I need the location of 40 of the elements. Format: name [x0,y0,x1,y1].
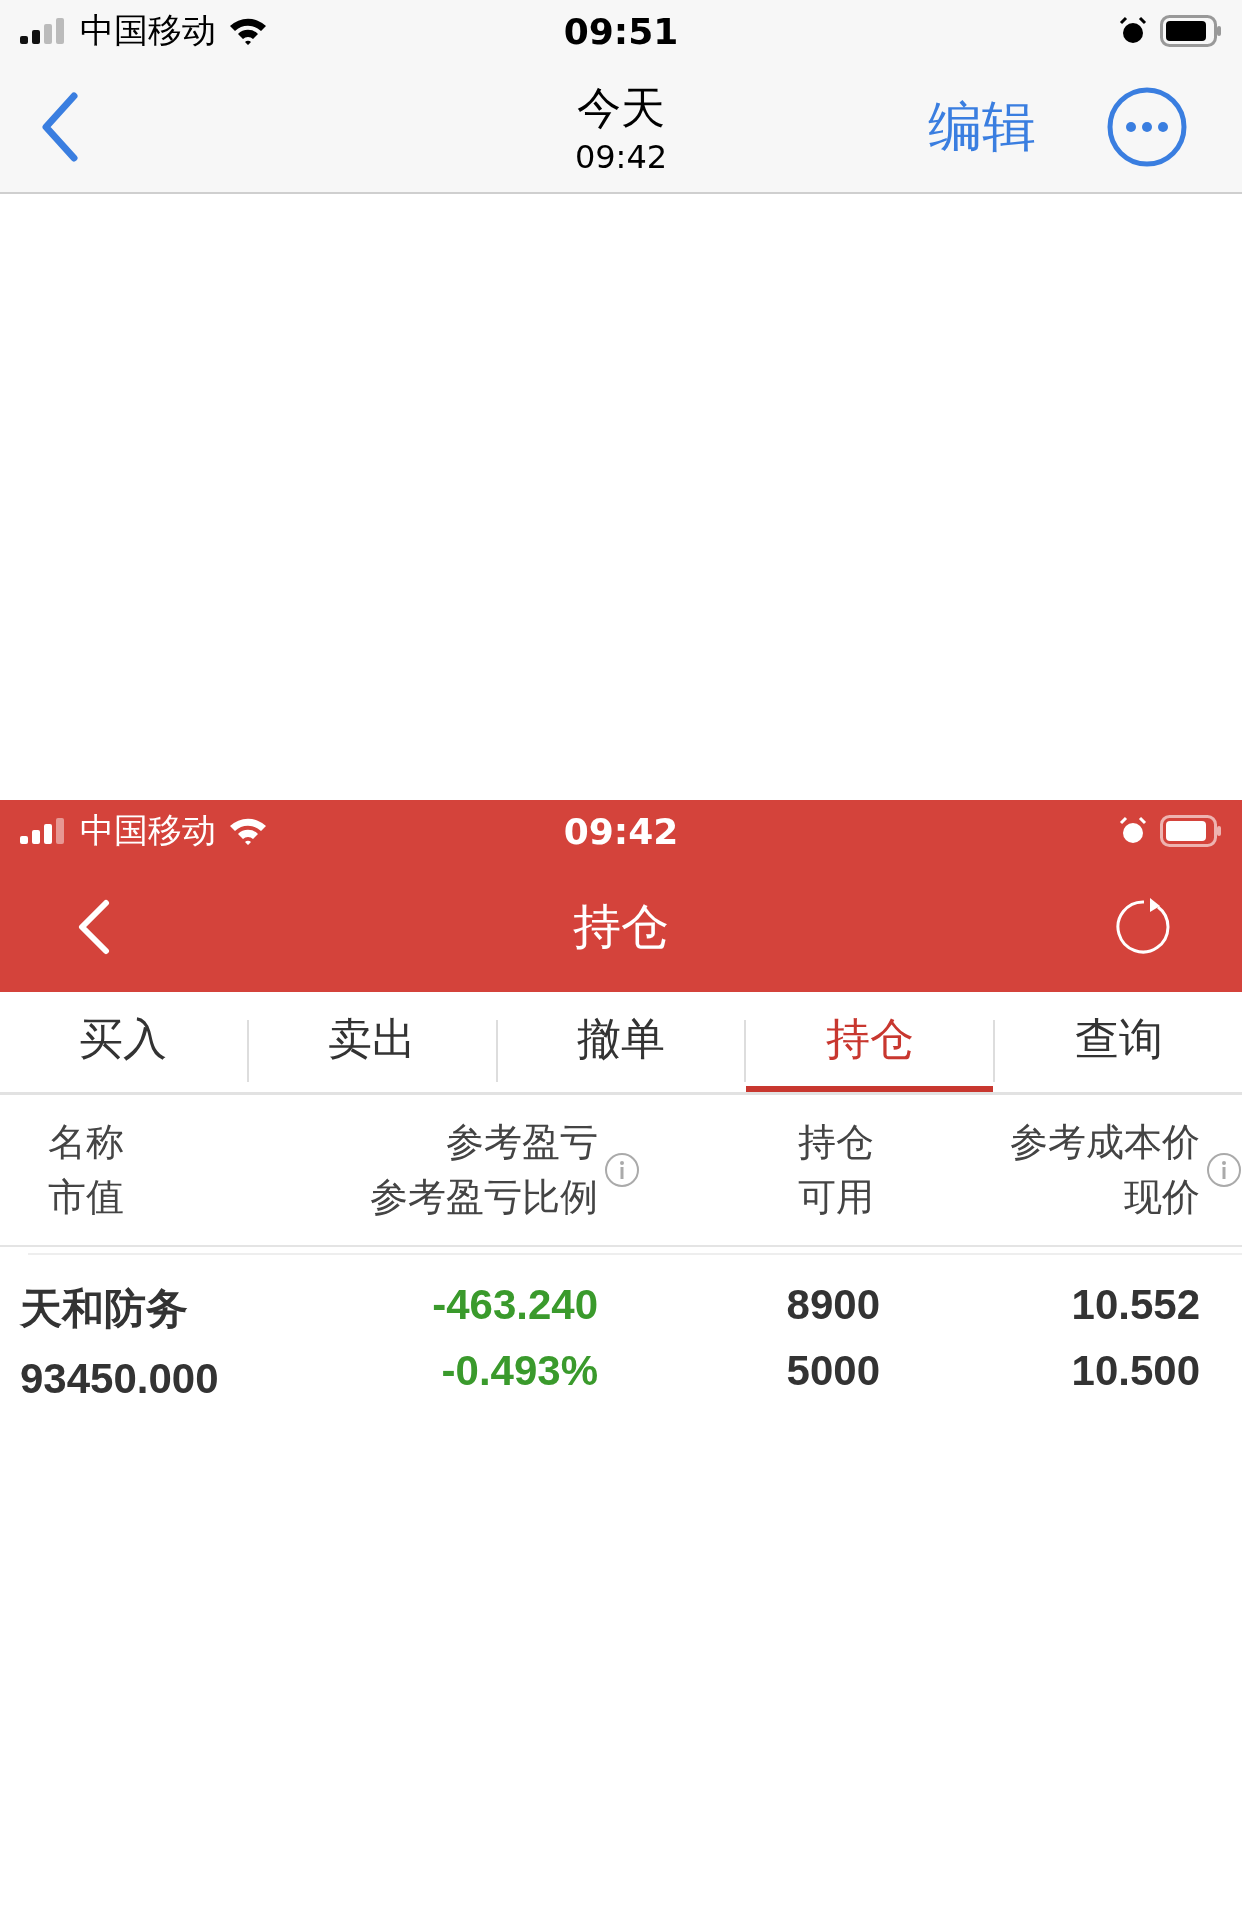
wifi-icon [228,16,268,46]
wifi-icon [228,816,268,846]
table-cell: 5000 [786,1347,880,1395]
tab[interactable]: 撤单 [497,992,745,1092]
alarm-icon [1118,16,1148,46]
column-header: 持仓 [798,1119,874,1166]
column-header: 名称 [48,1119,124,1166]
table-cell: -0.493% [441,1347,598,1395]
table-cell-text: 天和防务 [20,1284,188,1334]
table-cell: 93450.000 [20,1355,219,1403]
viewer-subtitle: 09:42 [574,137,668,176]
column-header: 参考盈亏 [446,1119,598,1166]
battery-icon [1160,815,1222,847]
back-icon[interactable] [40,92,80,162]
column-header: 可用 [798,1174,874,1221]
carrier-name: 中国移动 [80,809,216,852]
page-title: 持仓 [573,897,669,956]
table-cell: 8900 [786,1281,880,1329]
carrier-name: 中国移动 [80,9,216,52]
status-time: 09:42 [563,810,679,852]
viewer-title: 今天 [577,80,665,135]
battery-icon [1160,15,1222,47]
back-icon[interactable] [76,899,112,955]
column-header: 参考盈亏比例 [370,1174,598,1221]
tab[interactable]: 查询 [995,992,1242,1092]
alarm-icon [1118,816,1148,846]
column-header: 现价 [1124,1174,1200,1221]
table-cell: -463.240 [432,1281,598,1329]
edit-button[interactable]: 编辑 [928,90,1036,164]
tab[interactable]: 卖出 [248,992,496,1092]
table-cell: 10.500 [1071,1347,1200,1395]
table-cell: 10.552 [1071,1281,1200,1329]
info-icon[interactable] [1206,1152,1242,1188]
tab[interactable]: 买入 [0,992,247,1092]
tab[interactable]: 持仓 [746,992,994,1092]
column-header: 市值 [48,1174,124,1221]
status-time: 09:51 [563,10,679,52]
column-header: 参考成本价 [1010,1119,1200,1166]
more-icon[interactable] [1106,86,1188,168]
info-icon[interactable] [604,1152,640,1188]
